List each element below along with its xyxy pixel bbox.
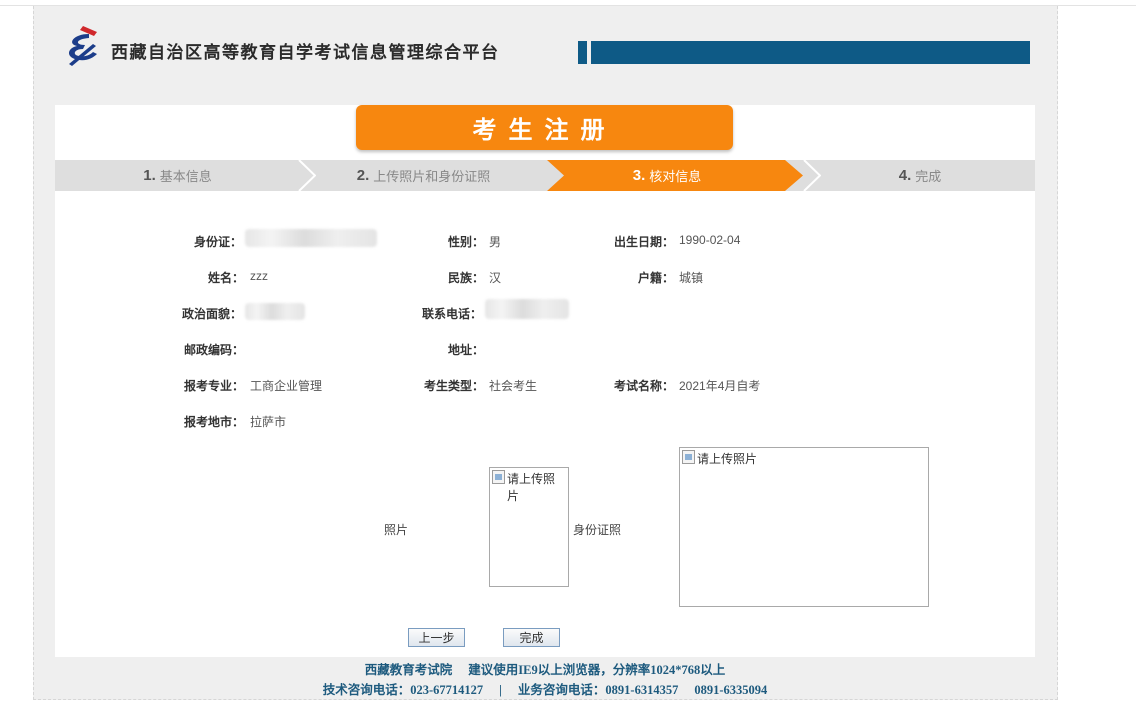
- photo-alt-text: 请上传照片: [507, 472, 556, 503]
- id-card-label: 身份证：: [193, 235, 242, 249]
- city-label: 报考地市：: [183, 415, 244, 429]
- footer-line-2: 技术咨询电话：023-67714127 | 业务咨询电话：0891-6314357 0…: [55, 679, 1035, 698]
- step-1-number: 1.: [143, 167, 156, 184]
- political-label: 政治面貌：: [181, 307, 242, 321]
- birth-value: 1990-02-04: [679, 233, 741, 247]
- page-banner: 考生注册: [356, 105, 733, 150]
- step-4: 4. 完成: [805, 160, 1035, 191]
- photo-label: 照片: [384, 523, 409, 537]
- ethnicity-label: 民族：: [447, 271, 484, 285]
- step-4-label: 完成: [915, 169, 942, 184]
- hukou-value: 城镇: [679, 271, 704, 285]
- id-photo-alt-text: 请上传照片: [697, 452, 758, 466]
- gender-value: 男: [489, 235, 502, 249]
- footer-tech-phone: 技术咨询电话：023-67714127: [322, 683, 484, 697]
- gender-label: 性别：: [447, 235, 484, 249]
- birth-label: 出生日期：: [613, 235, 674, 249]
- footer-org: 西藏教育考试院: [364, 663, 453, 677]
- step-1: 1. 基本信息: [55, 160, 300, 191]
- major-label: 报考专业：: [183, 379, 244, 393]
- id-photo-image: 请上传照片: [679, 447, 929, 607]
- exam-name-label: 考试名称：: [613, 379, 674, 393]
- candidate-type-value: 社会考生: [489, 379, 538, 393]
- finish-button[interactable]: 完成: [503, 628, 560, 647]
- footer-line-1: 西藏教育考试院 建议使用IE9以上浏览器，分辨率1024*768以上: [55, 659, 1035, 678]
- step-3-number: 3.: [632, 167, 646, 184]
- exam-name-value: 2021年4月自考: [679, 379, 761, 393]
- step-4-number: 4.: [898, 167, 912, 184]
- candidate-type-label: 考生类型：: [423, 379, 484, 393]
- phone-value-redacted: [485, 299, 569, 319]
- hukou-label: 户籍：: [637, 271, 674, 285]
- political-value-redacted: [245, 303, 305, 320]
- major-value: 工商企业管理: [250, 379, 323, 393]
- site-title: 西藏自治区高等教育自学考试信息管理综合平台: [111, 43, 500, 62]
- footer-separator: |: [499, 683, 502, 697]
- footer-browser-tip: 建议使用IE9以上浏览器，分辨率1024*768以上: [468, 663, 726, 677]
- name-label: 姓名：: [207, 271, 244, 285]
- ethnicity-value: 汉: [489, 271, 502, 285]
- address-label: 地址：: [447, 343, 484, 357]
- broken-image-icon: [682, 450, 695, 464]
- logo-icon: [69, 26, 97, 66]
- footer-biz-phone-2: 0891-6335094: [694, 683, 768, 697]
- id-photo-label: 身份证照: [573, 523, 622, 537]
- step-1-label: 基本信息: [159, 169, 212, 184]
- name-value: zzz: [250, 269, 268, 283]
- photo-image: 请上传照片: [489, 467, 569, 587]
- header-bar: [591, 41, 1030, 64]
- step-3: 3. 核对信息: [547, 160, 787, 191]
- phone-label: 联系电话：: [421, 307, 482, 321]
- step-2-label: 上传照片和身份证照: [373, 169, 491, 184]
- prev-step-button[interactable]: 上一步: [408, 628, 465, 647]
- footer-biz-phone: 业务咨询电话：0891-6314357: [517, 683, 679, 697]
- broken-image-icon: [492, 470, 505, 484]
- header-bar-accent: [578, 41, 587, 64]
- step-2: 2. 上传照片和身份证照: [300, 160, 547, 191]
- city-value: 拉萨市: [250, 415, 287, 429]
- step-2-number: 2.: [356, 167, 370, 184]
- step-3-label: 核对信息: [649, 169, 702, 184]
- postcode-label: 邮政编码：: [183, 343, 244, 357]
- id-card-value-redacted: [245, 229, 377, 247]
